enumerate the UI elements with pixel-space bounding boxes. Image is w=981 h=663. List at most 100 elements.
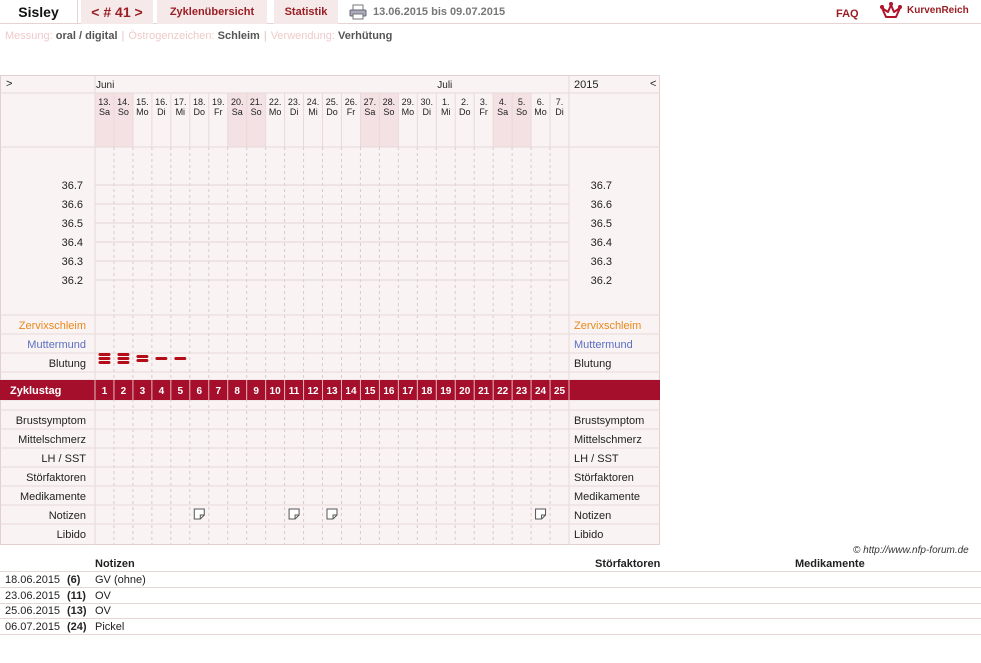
weekday-label: So bbox=[118, 107, 129, 117]
weekday-label: Mo bbox=[534, 107, 547, 117]
cycle-day-number: 19 bbox=[440, 386, 452, 397]
date-label: 7. bbox=[556, 97, 564, 107]
weekday-label: Sa bbox=[497, 107, 508, 117]
weekday-label: Mo bbox=[402, 107, 415, 117]
cycle-day-number: 4 bbox=[159, 386, 165, 397]
medikamente-label-right: Medikamente bbox=[574, 491, 640, 503]
note-text: GV (ohne) bbox=[95, 574, 146, 586]
temp-label-left: 36.4 bbox=[62, 237, 83, 249]
cycle-day-number: 13 bbox=[326, 386, 338, 397]
bleeding-mark bbox=[117, 361, 130, 364]
zyklustag-label: Zyklustag bbox=[10, 385, 61, 397]
temp-label-left: 36.6 bbox=[62, 199, 83, 211]
note-row: 06.07.2015 (24) Pickel bbox=[0, 619, 981, 635]
cycle-day-number: 18 bbox=[421, 386, 433, 397]
temp-label-right: 36.3 bbox=[591, 256, 612, 268]
notizen-label-left: Notizen bbox=[49, 510, 86, 522]
weekday-label: So bbox=[516, 107, 527, 117]
medikamente-label-left: Medikamente bbox=[20, 491, 86, 503]
date-label: 4. bbox=[499, 97, 507, 107]
temp-label-left: 36.7 bbox=[62, 180, 83, 192]
date-label: 18. bbox=[193, 97, 206, 107]
mittelschmerz-label-left: Mittelschmerz bbox=[18, 434, 86, 446]
date-label: 15. bbox=[136, 97, 149, 107]
date-label: 26. bbox=[345, 97, 358, 107]
note-cycle-day: (6) bbox=[67, 574, 81, 586]
faq-link[interactable]: FAQ bbox=[836, 8, 859, 20]
notes-header: Notizen bbox=[95, 558, 135, 570]
logo-text[interactable]: KurvenReich bbox=[907, 5, 969, 16]
date-label: 16. bbox=[155, 97, 168, 107]
separator: | bbox=[263, 30, 267, 42]
date-label: 27. bbox=[364, 97, 377, 107]
stoerfaktoren-header: Störfaktoren bbox=[595, 558, 661, 570]
temp-label-left: 36.2 bbox=[62, 275, 83, 287]
temp-label-right: 36.4 bbox=[591, 237, 612, 249]
date-label: 1. bbox=[442, 97, 450, 107]
oestrogen-value: Schleim bbox=[217, 30, 260, 42]
weekday-label: Di bbox=[423, 107, 432, 117]
date-label: 23. bbox=[288, 97, 301, 107]
cycle-day-number: 22 bbox=[497, 386, 509, 397]
cycle-navigator[interactable]: < # 41 > bbox=[81, 0, 153, 24]
temp-label-right: 36.5 bbox=[591, 218, 612, 230]
temp-label-right: 36.2 bbox=[591, 275, 612, 287]
brustsymptom-label-left: Brustsymptom bbox=[16, 415, 86, 427]
weekday-label: Di bbox=[290, 107, 299, 117]
date-label: 24. bbox=[307, 97, 320, 107]
zervixschleim-label-right: Zervixschleim bbox=[574, 320, 641, 332]
note-cycle-day: (24) bbox=[67, 620, 87, 633]
bleeding-mark bbox=[117, 353, 130, 356]
date-label: 28. bbox=[383, 97, 396, 107]
cycle-day-number: 17 bbox=[402, 386, 414, 397]
weekday-label: Fr bbox=[479, 107, 488, 117]
temp-label-right: 36.6 bbox=[591, 199, 612, 211]
temp-label-left: 36.3 bbox=[62, 256, 83, 268]
cycle-day-number: 9 bbox=[253, 386, 259, 397]
date-label: 6. bbox=[537, 97, 545, 107]
nav-next-button[interactable]: < bbox=[650, 78, 656, 90]
tab-zyklenuebersicht[interactable]: Zyklenübersicht bbox=[157, 0, 267, 24]
date-range: 13.06.2015 bis 09.07.2015 bbox=[373, 6, 506, 18]
credit-text: © http://www.nfp-forum.de bbox=[853, 545, 969, 556]
weekday-label: So bbox=[251, 107, 262, 117]
cycle-day-number: 6 bbox=[196, 386, 202, 397]
weekday-label: Fr bbox=[214, 107, 223, 117]
weekday-label: Sa bbox=[99, 107, 110, 117]
weekday-label: Do bbox=[326, 107, 338, 117]
note-cycle-day: (13) bbox=[67, 605, 87, 617]
lh-sst-label-left: LH / SST bbox=[41, 453, 86, 465]
stoerfaktoren-label-right: Störfaktoren bbox=[574, 472, 634, 484]
weekday-label: Mi bbox=[308, 107, 318, 117]
note-row: 25.06.2015 (13) OV bbox=[0, 603, 981, 619]
weekday-label: Sa bbox=[232, 107, 243, 117]
date-label: 17. bbox=[174, 97, 187, 107]
weekday-label: Fr bbox=[347, 107, 356, 117]
note-row: 23.06.2015 (11) OV bbox=[0, 588, 981, 604]
settings-line: Messung: oral / digital | Östrogenzeichen:… bbox=[5, 30, 392, 42]
oestrogen-label: Östrogenzeichen: bbox=[128, 30, 215, 42]
weekday-label: Mi bbox=[441, 107, 451, 117]
cycle-day-number: 15 bbox=[364, 386, 376, 397]
tab-statistik[interactable]: Statistik bbox=[274, 0, 338, 24]
cycle-day-number: 1 bbox=[102, 386, 108, 397]
printer-icon[interactable] bbox=[349, 4, 367, 20]
cycle-day-number: 12 bbox=[307, 386, 319, 397]
weekday-label: Di bbox=[157, 107, 166, 117]
note-date: 23.06.2015 bbox=[5, 589, 61, 602]
year-label: 2015 bbox=[574, 79, 598, 91]
stoerfaktoren-label-left: Störfaktoren bbox=[26, 472, 86, 484]
temp-label-right: 36.7 bbox=[591, 180, 612, 192]
note-date: 25.06.2015 bbox=[5, 605, 61, 617]
crown-logo-icon[interactable] bbox=[880, 2, 902, 22]
cycle-day-number: 21 bbox=[478, 386, 490, 397]
note-text: OV bbox=[95, 589, 111, 602]
lh-sst-label-right: LH / SST bbox=[574, 453, 619, 465]
weekday-label: Mo bbox=[269, 107, 282, 117]
mittelschmerz-label-right: Mittelschmerz bbox=[574, 434, 642, 446]
messung-value: oral / digital bbox=[55, 30, 118, 42]
bleeding-mark bbox=[117, 357, 130, 360]
weekday-label: Mo bbox=[136, 107, 149, 117]
nav-prev-button[interactable]: > bbox=[6, 78, 12, 90]
verwendung-value: Verhütung bbox=[337, 30, 393, 42]
